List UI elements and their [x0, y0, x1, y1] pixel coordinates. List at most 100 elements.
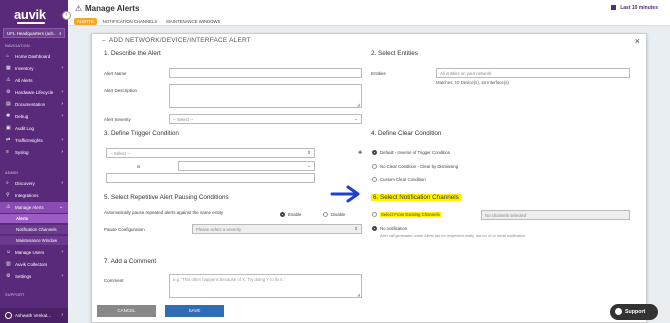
- trigger-select-value: -- Select --: [110, 151, 131, 156]
- close-icon[interactable]: ×: [635, 36, 640, 46]
- chevron-right-icon: ›: [61, 101, 63, 107]
- entities-placeholder: All entities on your network: [440, 71, 492, 76]
- nav-debug[interactable]: ✱ Debug ›: [0, 111, 68, 122]
- chevron-right-icon: ›: [61, 65, 63, 71]
- nav-sub-notification-channels[interactable]: Notification Channels: [0, 225, 68, 234]
- pause-config-select[interactable]: Please select a severity ⇕: [192, 224, 362, 234]
- section-trigger-condition: 3. Define Trigger Condition: [104, 130, 179, 137]
- tab-notification-channels[interactable]: NOTIFICATION CHANNELS: [100, 18, 161, 25]
- home-icon: ⌂: [6, 53, 10, 59]
- channels-select[interactable]: No channels selected: [481, 210, 630, 220]
- resize-grip-icon: ◢: [356, 102, 360, 107]
- alert-description-textarea[interactable]: ◢: [169, 84, 362, 108]
- collapse-icon[interactable]: –: [102, 37, 106, 44]
- chevron-right-icon: ›: [61, 137, 63, 143]
- nav-syslog[interactable]: ≡ Syslog ›: [0, 147, 68, 158]
- site-selector-caret-icon: ⇕: [58, 31, 62, 36]
- entities-match-count: Matches: 10 Device(s), 18 Interface(s): [436, 80, 509, 85]
- clear-option-custom[interactable]: Custom Clear Condition: [372, 177, 426, 182]
- nav-label: Manage Alerts: [15, 205, 44, 210]
- nav-label: Discovery: [15, 181, 35, 186]
- nav-sub-maintenance-window[interactable]: Maintenance Window: [0, 236, 68, 245]
- nav-label: Hardware Lifecycle: [15, 90, 54, 95]
- sidebar-collapse-button[interactable]: ‹: [62, 11, 71, 20]
- modal-title: – ADD NETWORK/DEVICE/INTERFACE ALERT: [102, 37, 251, 44]
- nav-label: Audit Log: [15, 126, 35, 131]
- nav-manage-alerts[interactable]: ⚠ Manage Alerts ⌄: [0, 202, 68, 213]
- severity-value: -- Select --: [173, 117, 194, 122]
- clear-option-none[interactable]: No Clear Condition - Clear by Dismissing: [372, 164, 458, 169]
- select-existing-channels-radio[interactable]: Select From Existing Channels: [372, 212, 441, 217]
- pause-enable-radio[interactable]: Enable: [280, 212, 301, 217]
- alert-severity-select[interactable]: -- Select -- ⌄: [169, 114, 362, 124]
- section-support: SUPPORT: [5, 293, 25, 297]
- user-menu[interactable]: Ashwath Venkat... ›: [0, 308, 68, 323]
- debug-icon: ✱: [6, 113, 11, 119]
- nav-manage-users[interactable]: ☺ Manage Users ›: [0, 247, 68, 258]
- syslog-icon: ≡: [6, 149, 9, 155]
- nav-sub-alerts[interactable]: Alerts: [0, 214, 68, 223]
- nav-audit-log[interactable]: ▣ Audit Log: [0, 123, 68, 134]
- nav-hardware-lifecycle[interactable]: ⚙ Hardware Lifecycle ›: [0, 87, 68, 98]
- radio-selected: [372, 226, 377, 231]
- alert-description-label: Alert Description: [104, 88, 138, 93]
- collectors-icon: ▥: [6, 261, 11, 267]
- clear-option-label: Default - Inverse of Trigger Condition: [380, 150, 451, 155]
- chevron-down-icon: ⌄: [58, 204, 63, 210]
- alert-severity-label: Alert Severity: [104, 117, 131, 122]
- nav-integrations[interactable]: ⚲ Integrations: [0, 190, 68, 201]
- trigger-operator-select[interactable]: ⌄: [178, 161, 315, 171]
- nav-label: Debug: [15, 114, 29, 119]
- nav-trafficinsights[interactable]: ⇄ TrafficInsights ›: [0, 135, 68, 146]
- tab-alerts[interactable]: ALERTS: [74, 18, 97, 25]
- trigger-select[interactable]: -- Select -- ⇕: [106, 148, 315, 158]
- alert-name-input[interactable]: [169, 68, 362, 78]
- nav-inventory[interactable]: ▦ Inventory ›: [0, 63, 68, 74]
- chevron-right-icon: ›: [61, 113, 63, 119]
- section-add-comment: 7. Add a Comment: [104, 258, 157, 265]
- time-range-selector[interactable]: Last 10 minutes: [611, 5, 658, 11]
- page-header: ⚠ Manage Alerts ALERTS NOTIFICATION CHAN…: [68, 0, 670, 26]
- integrations-icon: ⚲: [6, 192, 10, 198]
- alert-name-label: Alert Name: [104, 71, 127, 76]
- no-notification-hint: Alert still generated under Alerts tab f…: [380, 234, 526, 238]
- nav-documentation[interactable]: ▤ Documentation ›: [0, 99, 68, 110]
- radio-selected: [372, 150, 377, 155]
- modal-title-text: ADD NETWORK/DEVICE/INTERFACE ALERT: [108, 37, 251, 44]
- no-notification-radio[interactable]: No notification: [372, 226, 407, 231]
- section-notification-channels: 6. Select Notification Channels: [371, 194, 461, 201]
- comment-textarea[interactable]: e.g. 'This often happens because of X. T…: [169, 274, 362, 298]
- section-describe-alert: 1. Describe the Alert: [104, 50, 161, 57]
- pause-disable-radio[interactable]: Disable: [323, 212, 345, 217]
- section-navigation: NAVIGATION: [5, 44, 30, 48]
- traffic-icon: ⇄: [6, 137, 11, 143]
- cancel-button[interactable]: CANCEL: [97, 305, 156, 317]
- nav-home-dashboard[interactable]: ⌂ Home Dashboard: [0, 51, 68, 62]
- clear-option-default[interactable]: Default - Inverse of Trigger Condition: [372, 150, 450, 155]
- chevron-down-icon: ⌄: [307, 163, 311, 168]
- tab-maintenance-windows[interactable]: MAINTENANCE WINDOWS: [163, 18, 223, 25]
- is-label: is: [137, 164, 141, 169]
- nav-label: Manage Users: [15, 250, 45, 255]
- radio-unselected: [323, 212, 328, 217]
- trigger-value-input[interactable]: [106, 173, 315, 183]
- discovery-icon: ⌕: [6, 180, 9, 186]
- chevron-down-icon: ⇕: [354, 226, 358, 231]
- nav-auvik-collectors[interactable]: ▥ Auvik Collectors: [0, 259, 68, 270]
- chevron-right-icon: ›: [61, 273, 63, 279]
- chevron-right-icon: ›: [61, 249, 63, 255]
- auvik-logo[interactable]: auvik: [14, 7, 46, 22]
- move-handle-icon[interactable]: ✥: [358, 150, 362, 156]
- entities-input[interactable]: All entities on your network: [436, 68, 630, 78]
- nav-settings[interactable]: ⚙ Settings ›: [0, 271, 68, 282]
- nav-all-alerts[interactable]: ⚠ All Alerts: [0, 75, 68, 86]
- nav-discovery[interactable]: ⌕ Discovery ›: [0, 178, 68, 189]
- manage-alerts-icon: ⚠: [75, 4, 83, 13]
- support-button[interactable]: Support: [610, 304, 658, 320]
- site-selector[interactable]: UFL Headquarters (adr... ⇕: [3, 28, 65, 38]
- save-button[interactable]: SAVE: [165, 305, 224, 317]
- calendar-icon: [611, 5, 617, 10]
- auto-pause-label: Automatically pause repeated alerts agai…: [104, 210, 224, 215]
- annotation-arrow-icon: [330, 185, 360, 203]
- section-admin: ADMIN: [5, 171, 19, 175]
